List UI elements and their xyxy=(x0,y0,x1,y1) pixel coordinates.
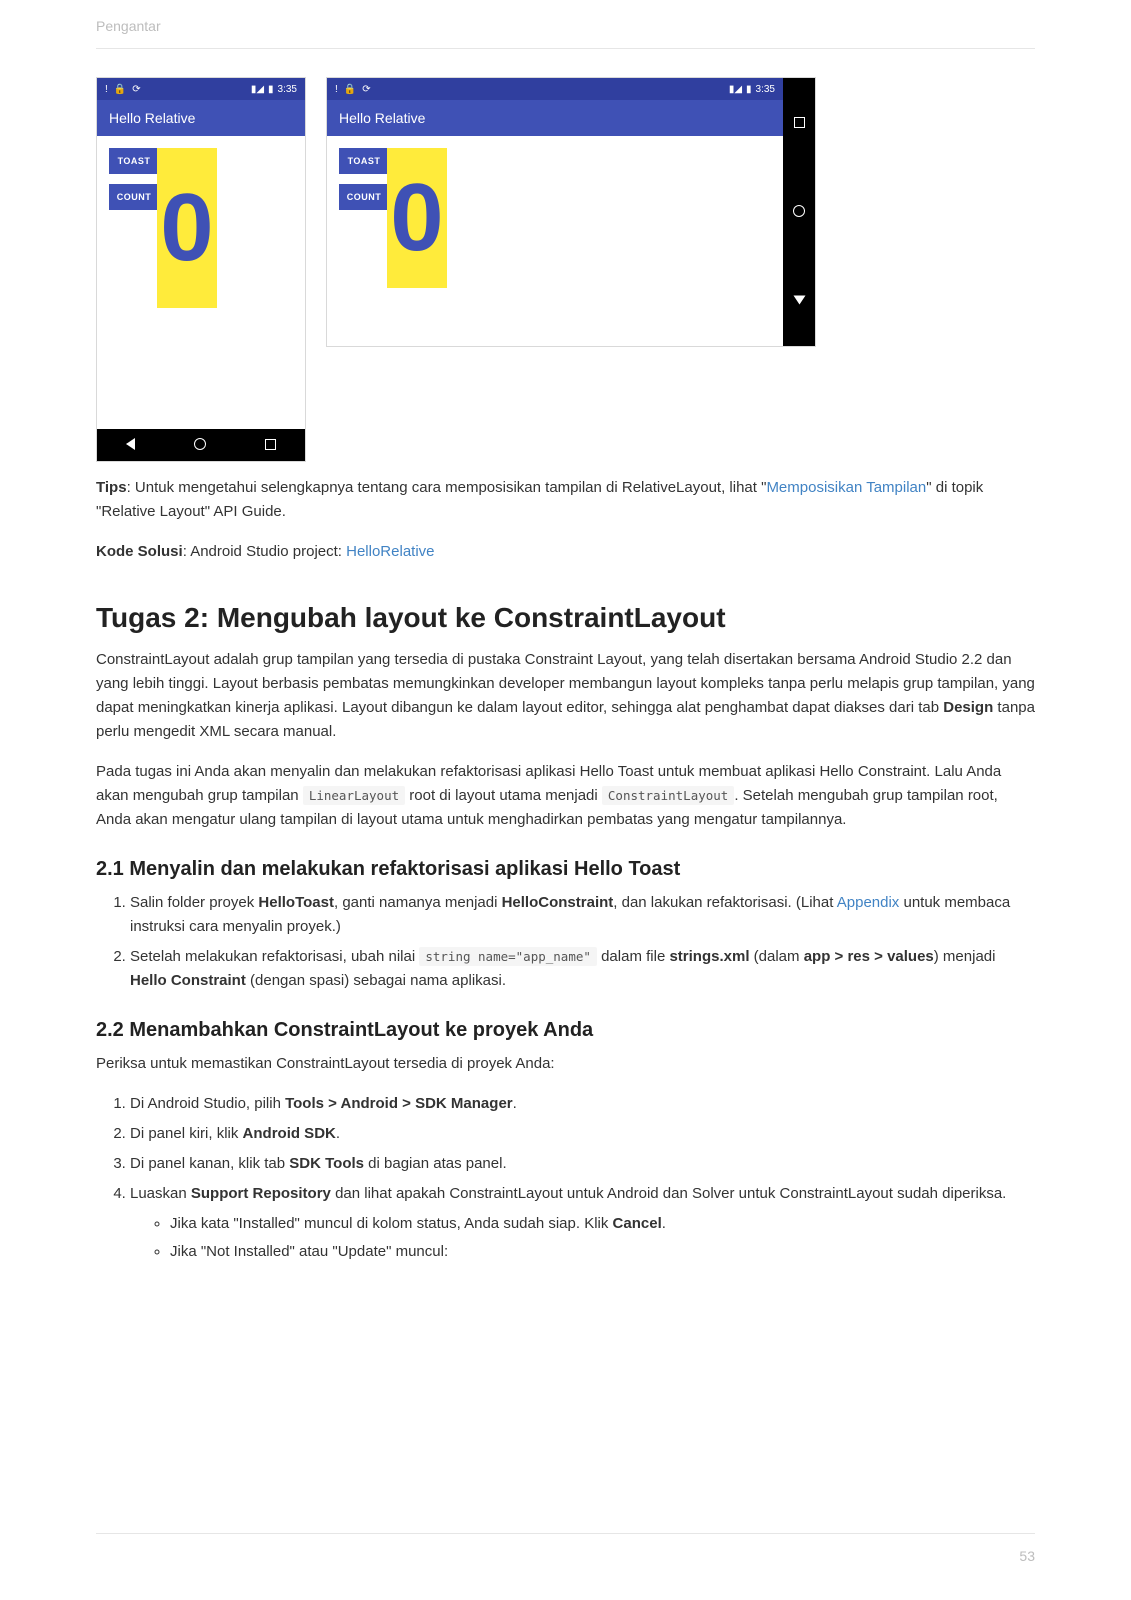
count-button-land[interactable]: COUNT xyxy=(339,184,389,210)
app-title: Hello Relative xyxy=(109,110,195,126)
page-header: Pengantar xyxy=(96,0,1035,49)
s21-list: Salin folder proyek HelloToast, ganti na… xyxy=(96,891,1035,993)
back-icon[interactable] xyxy=(126,437,135,453)
task2-para1: ConstraintLayout adalah grup tampilan ya… xyxy=(96,648,1035,744)
recent-icon[interactable] xyxy=(794,115,805,131)
s22-sublist: Jika kata "Installed" muncul di kolom st… xyxy=(130,1212,1035,1264)
nav-bar xyxy=(97,429,305,461)
battery-icon: ▮ xyxy=(746,84,752,95)
status-bar-land: ! 🔒 ⟳ ▮◢ ▮ 3:35 xyxy=(327,78,783,100)
positioning-views-link[interactable]: Memposisikan Tampilan xyxy=(766,479,926,496)
code-linearlayout: LinearLayout xyxy=(303,786,405,805)
s22-sub-1: Jika kata "Installed" muncul di kolom st… xyxy=(170,1212,1035,1236)
home-icon[interactable] xyxy=(194,437,206,453)
counter-box-land: 0 xyxy=(387,148,447,288)
phone-body-land: TOAST COUNT 0 xyxy=(327,136,783,346)
hello-relative-link[interactable]: HelloRelative xyxy=(346,543,434,560)
s22-list: Di Android Studio, pilih Tools > Android… xyxy=(96,1092,1035,1264)
sync-icon: ⟳ xyxy=(132,84,140,95)
solution-label: Kode Solusi xyxy=(96,543,183,560)
phone-body: TOAST COUNT 0 xyxy=(97,136,305,429)
app-bar: Hello Relative xyxy=(97,100,305,136)
screenshot-row: ! 🔒 ⟳ ▮◢ ▮ 3:35 Hello Relative TOAST COU… xyxy=(96,77,1035,462)
back-icon[interactable] xyxy=(795,293,804,309)
recent-icon[interactable] xyxy=(265,437,276,453)
phone-portrait: ! 🔒 ⟳ ▮◢ ▮ 3:35 Hello Relative TOAST COU… xyxy=(96,77,306,462)
code-appname: string name="app_name" xyxy=(419,947,597,966)
status-bar: ! 🔒 ⟳ ▮◢ ▮ 3:35 xyxy=(97,78,305,100)
tips-paragraph: Tips: Untuk mengetahui selengkapnya tent… xyxy=(96,476,1035,524)
page-footer: 53 xyxy=(96,1533,1035,1564)
status-time: 3:35 xyxy=(278,84,297,95)
s21-item-1: Salin folder proyek HelloToast, ganti na… xyxy=(130,891,1035,939)
s22-sub-2: Jika "Not Installed" atau "Update" muncu… xyxy=(170,1240,1035,1264)
toast-button-land[interactable]: TOAST xyxy=(339,148,389,174)
s21-item-2: Setelah melakukan refaktorisasi, ubah ni… xyxy=(130,945,1035,993)
counter-value-land: 0 xyxy=(390,170,443,266)
warning-icon: ! xyxy=(335,84,338,95)
counter-value: 0 xyxy=(160,180,213,276)
appendix-link[interactable]: Appendix xyxy=(837,894,900,911)
home-icon[interactable] xyxy=(793,204,805,220)
solution-paragraph: Kode Solusi: Android Studio project: Hel… xyxy=(96,540,1035,564)
s22-item-2: Di panel kiri, klik Android SDK. xyxy=(130,1122,1035,1146)
phone-landscape: ! 🔒 ⟳ ▮◢ ▮ 3:35 Hello Relative TOAST xyxy=(326,77,816,347)
signal-icon: ▮◢ xyxy=(251,84,264,95)
lock-icon: 🔒 xyxy=(344,84,356,95)
tips-label: Tips xyxy=(96,479,127,496)
s21-heading: 2.1 Menyalin dan melakukan refaktorisasi… xyxy=(96,858,1035,881)
s22-item-1: Di Android Studio, pilih Tools > Android… xyxy=(130,1092,1035,1116)
s22-item-4: Luaskan Support Repository dan lihat apa… xyxy=(130,1182,1035,1264)
warning-icon: ! xyxy=(105,84,108,95)
page-number: 53 xyxy=(1019,1548,1035,1564)
s22-heading: 2.2 Menambahkan ConstraintLayout ke proy… xyxy=(96,1019,1035,1042)
status-time-land: 3:35 xyxy=(756,84,775,95)
s22-intro: Periksa untuk memastikan ConstraintLayou… xyxy=(96,1052,1035,1076)
battery-icon: ▮ xyxy=(268,84,274,95)
task2-para2: Pada tugas ini Anda akan menyalin dan me… xyxy=(96,760,1035,832)
lock-icon: 🔒 xyxy=(114,84,126,95)
sync-icon: ⟳ xyxy=(362,84,370,95)
task2-heading: Tugas 2: Mengubah layout ke ConstraintLa… xyxy=(96,602,1035,634)
toast-button[interactable]: TOAST xyxy=(109,148,159,174)
code-constraintlayout: ConstraintLayout xyxy=(602,786,734,805)
s22-item-3: Di panel kanan, klik tab SDK Tools di ba… xyxy=(130,1152,1035,1176)
header-title: Pengantar xyxy=(96,18,161,34)
nav-bar-land xyxy=(783,78,815,346)
count-button[interactable]: COUNT xyxy=(109,184,159,210)
signal-icon: ▮◢ xyxy=(729,84,742,95)
app-bar-land: Hello Relative xyxy=(327,100,783,136)
app-title-land: Hello Relative xyxy=(339,110,425,126)
counter-box: 0 xyxy=(157,148,217,308)
